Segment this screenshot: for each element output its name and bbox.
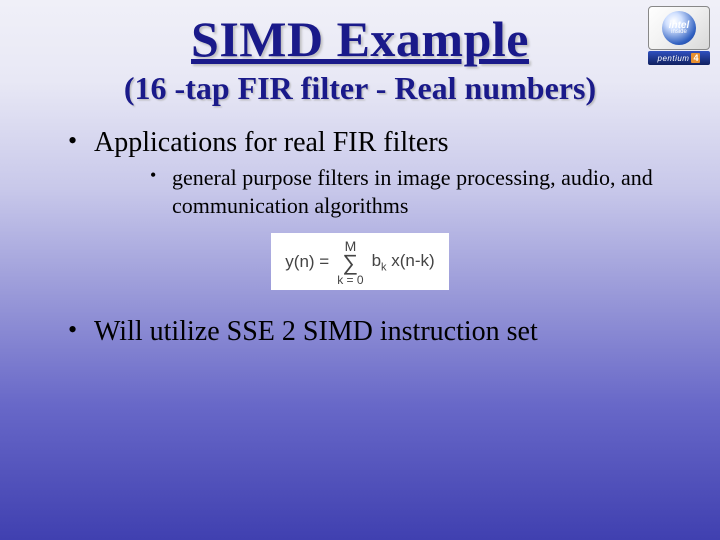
sigma-lower: k = 0 (337, 274, 363, 286)
logo-four-text: 4 (691, 53, 700, 63)
logo-pentium-text: pentium (658, 54, 690, 63)
fir-formula: y(n) = M ∑ k = 0 bk x(n-k) (271, 233, 448, 290)
sub-bullet-text: general purpose filters in image process… (172, 165, 653, 218)
sigma-symbol: ∑ (343, 253, 359, 273)
formula-container: y(n) = M ∑ k = 0 bk x(n-k) (50, 233, 670, 290)
slide-subtitle: (16 -tap FIR filter - Real numbers) (0, 70, 720, 107)
logo-inside-text: inside (671, 30, 687, 35)
formula-row: y(n) = M ∑ k = 0 bk x(n-k) (285, 239, 434, 286)
bullet-list: Applications for real FIR filters genera… (50, 125, 670, 219)
slide: intel inside pentium 4 SIMD Example (16 … (0, 0, 720, 540)
bullet-list-2: Will utilize SSE 2 SIMD instruction set (50, 314, 670, 349)
slide-title: SIMD Example (0, 0, 720, 68)
formula-x: x(n-k) (387, 251, 435, 270)
slide-content: Applications for real FIR filters genera… (0, 107, 720, 349)
logo-circle: intel inside (662, 11, 696, 45)
intel-pentium4-logo: intel inside pentium 4 (648, 6, 710, 65)
bullet-text: Applications for real FIR filters (94, 127, 449, 158)
logo-pentium-bar: pentium 4 (648, 51, 710, 65)
formula-lhs: y(n) = (285, 252, 329, 272)
formula-b: b (372, 251, 381, 270)
bullet-sse2: Will utilize SSE 2 SIMD instruction set (50, 314, 670, 349)
sub-bullet-list: general purpose filters in image process… (94, 164, 670, 219)
formula-rhs: bk x(n-k) (372, 251, 435, 273)
sigma-block: M ∑ k = 0 (337, 239, 363, 286)
sub-bullet-general: general purpose filters in image process… (94, 164, 670, 219)
bullet-applications: Applications for real FIR filters genera… (50, 125, 670, 219)
bullet-text: Will utilize SSE 2 SIMD instruction set (94, 316, 538, 347)
logo-badge: intel inside (648, 6, 710, 50)
